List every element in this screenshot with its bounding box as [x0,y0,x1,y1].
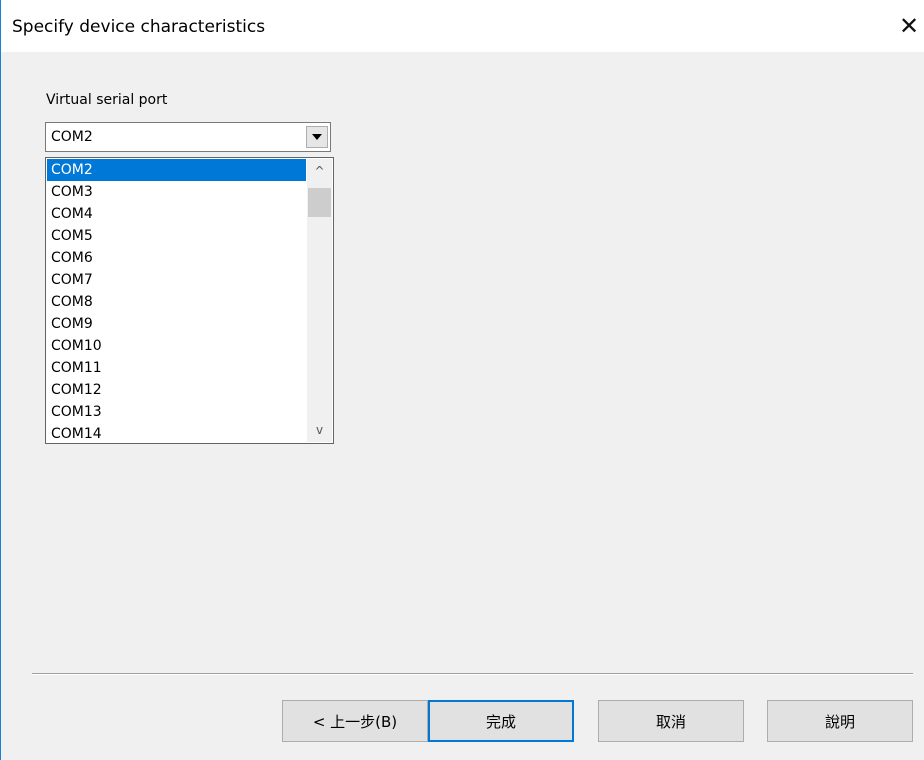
scroll-thumb[interactable] [308,188,331,217]
port-option-com10[interactable]: COM10 [47,335,306,357]
scroll-up-icon[interactable]: ^ [307,159,332,183]
combobox-selected-value: COM2 [51,129,93,145]
port-option-com11[interactable]: COM11 [47,357,306,379]
window-title: Specify device characteristics [12,17,266,37]
title-bar: Specify device characteristics ✕ [1,0,924,52]
port-options: COM2 COM3 COM4 COM5 COM6 COM7 COM8 COM9 COM10 COM… [47,159,306,445]
port-option-com9[interactable]: COM9 [47,313,306,335]
chevron-down-icon[interactable] [306,126,328,148]
port-option-com12[interactable]: COM12 [47,379,306,401]
dropdown-scrollbar[interactable]: ^ v [307,159,332,442]
port-dropdown-list[interactable]: COM2 COM3 COM4 COM5 COM6 COM7 COM8 COM9 COM10 COM… [45,157,334,444]
port-option-com7[interactable]: COM7 [47,269,306,291]
cancel-button[interactable]: 取消 [598,700,744,742]
port-option-com8[interactable]: COM8 [47,291,306,313]
port-option-com5[interactable]: COM5 [47,225,306,247]
port-option-com3[interactable]: COM3 [47,181,306,203]
port-option-com6[interactable]: COM6 [47,247,306,269]
window-border [0,0,1,760]
port-option-com4[interactable]: COM4 [47,203,306,225]
back-button[interactable]: < 上一步(B) [282,700,428,742]
close-icon[interactable]: ✕ [894,9,924,43]
port-option-com13[interactable]: COM13 [47,401,306,423]
port-option-com2[interactable]: COM2 [47,159,306,181]
finish-button[interactable]: 完成 [428,700,574,742]
scroll-down-icon[interactable]: v [307,418,332,442]
port-option-com14[interactable]: COM14 [47,423,306,445]
footer-separator [32,673,913,675]
virtual-serial-port-combobox[interactable]: COM2 [45,122,331,152]
help-button[interactable]: 說明 [767,700,913,742]
virtual-serial-port-label: Virtual serial port [46,92,168,108]
